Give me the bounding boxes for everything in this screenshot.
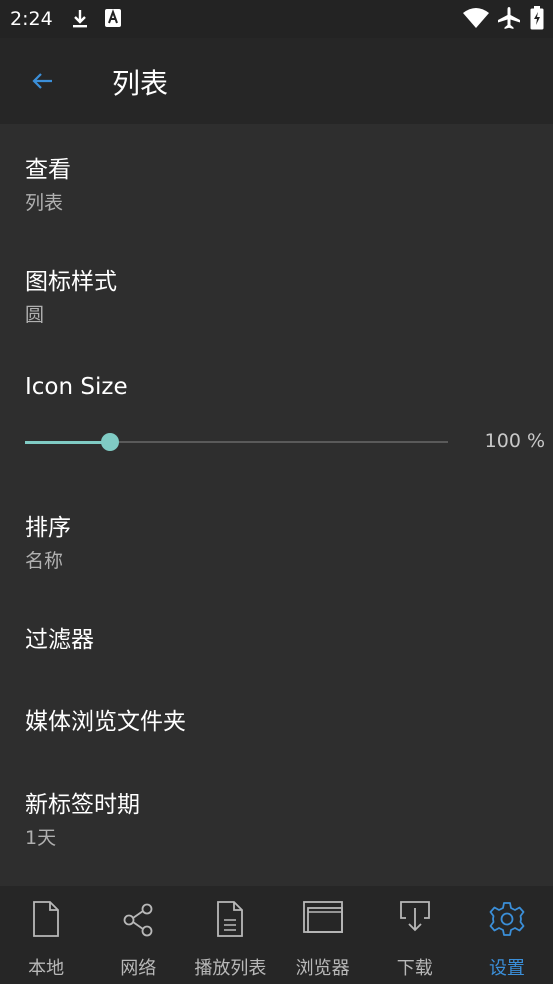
setting-icon-style-value: 圆	[25, 304, 45, 326]
share-icon	[123, 903, 153, 937]
browser-icon	[302, 901, 343, 933]
airplane-icon	[498, 7, 520, 29]
setting-view-value: 列表	[25, 192, 64, 214]
download-icon	[73, 10, 87, 28]
setting-media-folders-title: 媒体浏览文件夹	[25, 709, 186, 735]
nav-item-local[interactable]: 本地	[0, 886, 92, 984]
nav-item-browser-label: 浏览器	[295, 958, 350, 979]
nav-item-download[interactable]: 下载	[369, 886, 461, 984]
download-tray-icon	[399, 901, 430, 932]
page-title: 列表	[112, 67, 169, 100]
nav-item-download-label: 下载	[396, 958, 433, 979]
nav-item-settings[interactable]: 设置	[461, 886, 553, 984]
setting-icon-style[interactable]: 图标样式 圆	[25, 262, 117, 327]
setting-view-title: 查看	[25, 157, 71, 183]
nav-item-playlist-label: 播放列表	[194, 958, 267, 979]
setting-sort-value: 名称	[25, 550, 64, 572]
icon-size-slider-thumb[interactable]	[100, 433, 119, 451]
status-bar: 2:24	[0, 0, 553, 38]
status-time: 2:24	[10, 8, 53, 30]
icon-size-slider-fill	[25, 441, 110, 444]
setting-new-tag-period-title: 新标签时期	[25, 792, 140, 818]
setting-sort[interactable]: 排序 名称	[25, 508, 71, 573]
gear-icon	[489, 902, 525, 936]
setting-new-tag-period-value: 1天	[25, 827, 57, 849]
setting-icon-size-title: Icon Size	[25, 374, 128, 400]
nav-item-network-label: 网络	[120, 958, 157, 979]
setting-view[interactable]: 查看 列表	[25, 150, 71, 215]
nav-item-settings-label: 设置	[488, 958, 525, 979]
setting-sort-title: 排序	[25, 515, 71, 541]
app-toolbar: 列表	[0, 38, 553, 124]
setting-icon-style-title: 图标样式	[25, 269, 117, 295]
bottom-navigation: 本地 网络 播放列表 浏览器 下载 设置	[0, 886, 553, 984]
icon-size-slider[interactable]	[25, 433, 448, 451]
nav-item-playlist[interactable]: 播放列表	[184, 886, 276, 984]
nav-item-browser[interactable]: 浏览器	[277, 886, 369, 984]
icon-size-value: 100 %	[484, 430, 545, 452]
icon-size-slider-row: 100 %	[25, 428, 545, 458]
setting-media-folders[interactable]: 媒体浏览文件夹	[25, 702, 186, 736]
nav-item-network[interactable]: 网络	[92, 886, 184, 984]
setting-new-tag-period[interactable]: 新标签时期 1天	[25, 785, 140, 850]
nav-item-local-label: 本地	[28, 958, 65, 979]
setting-filter[interactable]: 过滤器	[25, 620, 94, 654]
battery-icon	[530, 6, 544, 30]
a-notification-icon	[105, 9, 121, 27]
back-arrow-icon[interactable]	[28, 66, 58, 96]
playlist-icon	[217, 901, 244, 937]
wifi-icon	[463, 8, 489, 28]
setting-icon-size: Icon Size	[25, 374, 128, 400]
setting-filter-title: 过滤器	[25, 627, 94, 653]
file-icon	[33, 901, 59, 937]
